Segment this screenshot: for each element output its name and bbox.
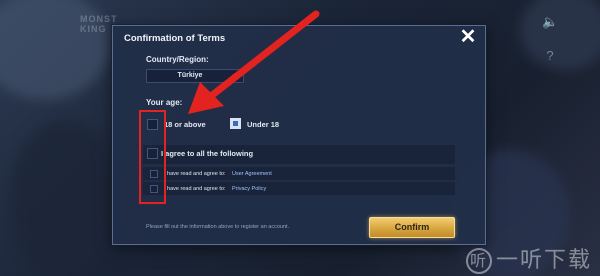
help-icon[interactable]: ? bbox=[542, 48, 558, 64]
background-shape bbox=[10, 120, 120, 276]
user-agreement-link[interactable]: User Agreement bbox=[232, 171, 272, 177]
confirm-button[interactable]: Confirm bbox=[369, 217, 455, 238]
footer-note: Please fill out the information above to… bbox=[146, 224, 290, 230]
game-logo-line1: MONST bbox=[80, 14, 118, 24]
agree-all-label[interactable]: I agree to all the following bbox=[161, 149, 253, 158]
age-18-or-above-label[interactable]: 18 or above bbox=[164, 120, 206, 129]
age-label: Your age: bbox=[146, 98, 183, 107]
game-logo: MONST KING bbox=[70, 14, 118, 34]
country-region-value: Türkiye bbox=[177, 72, 203, 79]
watermark: 听一听下载 bbox=[465, 242, 592, 274]
privacy-policy-link[interactable]: Privacy Policy bbox=[232, 186, 266, 192]
age-under-18-label[interactable]: Under 18 bbox=[247, 120, 279, 129]
watermark-text: 一听下载 bbox=[495, 248, 592, 273]
age-under-18-checkbox[interactable] bbox=[230, 118, 241, 129]
dialog-title: Confirmation of Terms bbox=[124, 33, 226, 44]
sound-icon[interactable]: 🔈 bbox=[542, 14, 558, 30]
confirm-button-label: Confirm bbox=[394, 222, 430, 232]
agreement-prefix: I have read and agree to: bbox=[164, 171, 226, 177]
agreement-prefix: I have read and agree to: bbox=[164, 186, 226, 192]
country-region-label: Country/Region: bbox=[146, 55, 209, 64]
watermark-logo-icon: 听 bbox=[465, 248, 492, 274]
background-shape bbox=[520, 0, 600, 70]
annotation-highlight-box bbox=[139, 110, 166, 204]
terms-dialog: Confirmation of Terms Country/Region: Tü… bbox=[112, 25, 486, 245]
close-icon[interactable]: ✕ bbox=[458, 27, 478, 48]
dropdown-caret-icon bbox=[232, 71, 240, 79]
country-region-select[interactable]: Türkiye bbox=[146, 69, 244, 83]
